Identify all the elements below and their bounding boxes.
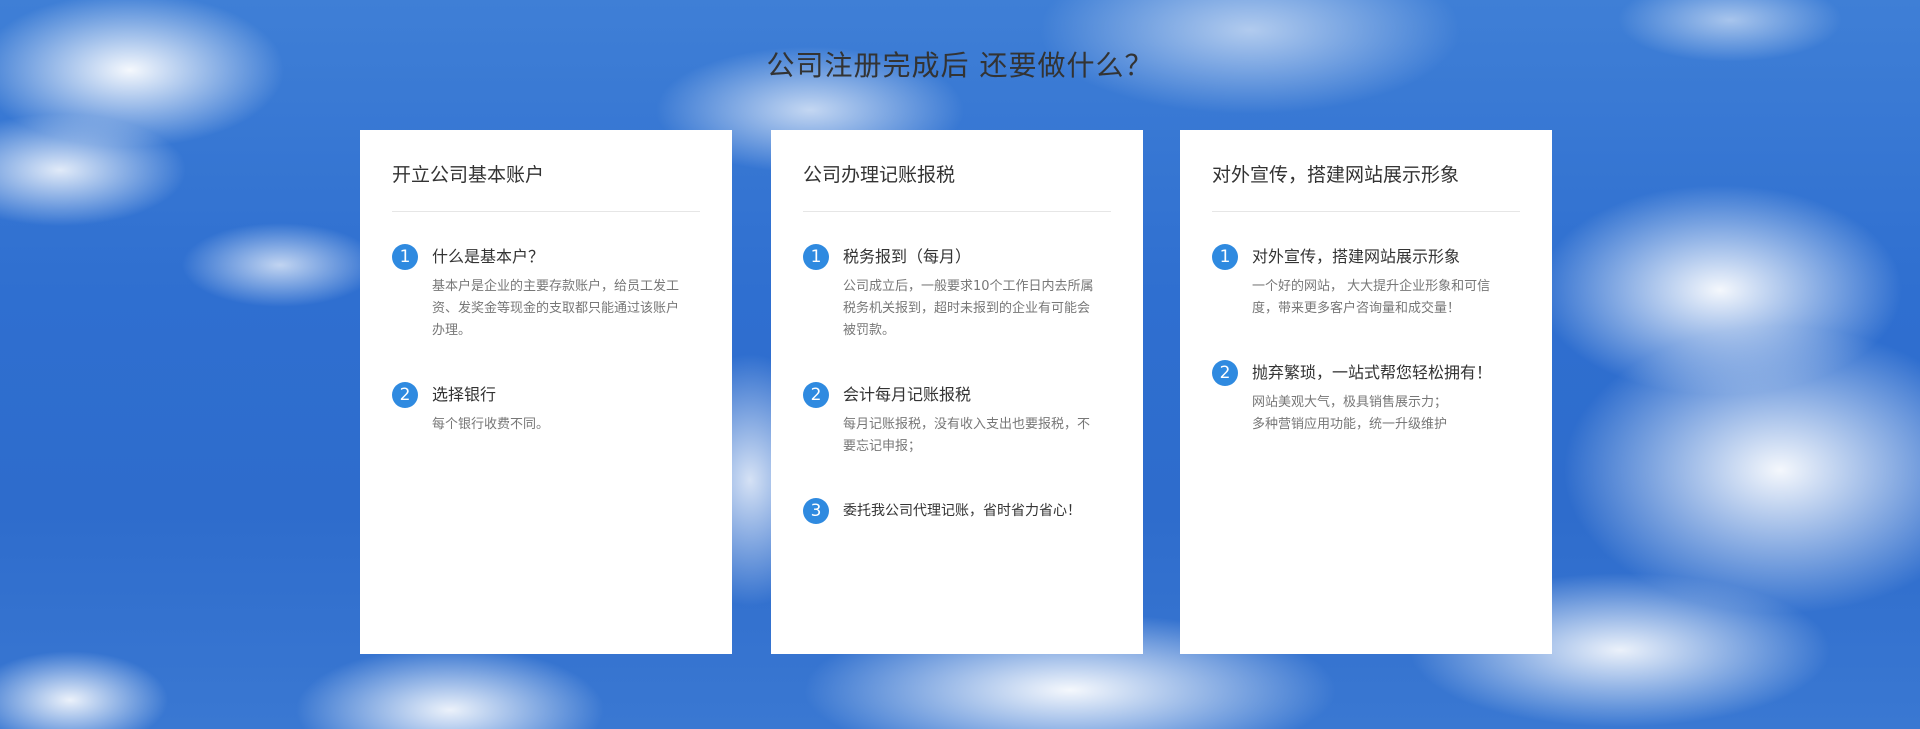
- list-item: 1 什么是基本户？ 基本户是企业的主要存款账户，给员工发工 资、发奖金等现金的支…: [392, 244, 700, 342]
- item-description-line: 要忘记申报；: [843, 439, 922, 454]
- item-description-line: 多种营销应用功能，统一升级维护: [1252, 417, 1448, 432]
- card-bookkeeping-tax: 公司办理记账报税 1 税务报到（每月） 公司成立后，一般要求10个工作日内去所属…: [771, 130, 1143, 654]
- step-number-badge: 2: [1212, 360, 1238, 386]
- list-item: 2 抛弃繁琐，一站式帮您轻松拥有！ 网站美观大气，极具销售展示力； 多种营销应用…: [1212, 360, 1520, 436]
- step-number-badge: 1: [1212, 244, 1238, 270]
- list-item: 2 选择银行 每个银行收费不同。: [392, 382, 700, 436]
- item-title: 对外宣传，搭建网站展示形象: [1252, 247, 1461, 266]
- item-description: 每个银行收费不同。: [432, 414, 700, 436]
- card-title: 对外宣传，搭建网站展示形象: [1212, 164, 1460, 186]
- page-title: 公司注册完成后 还要做什么？: [766, 49, 1154, 82]
- item-description: 基本户是企业的主要存款账户，给员工发工 资、发奖金等现金的支取都只能通过该账户 …: [432, 276, 700, 342]
- item-description-line: 每月记账报税，没有收入支出也要报税，不: [843, 417, 1091, 432]
- card-title: 开立公司基本账户: [392, 164, 545, 186]
- item-title: 税务报到（每月）: [843, 247, 972, 266]
- item-description-line: 被罚款。: [843, 323, 896, 338]
- list-item: 3 委托我公司代理记账，省时省力省心！: [803, 498, 1111, 524]
- step-number-badge: 2: [392, 382, 418, 408]
- list-item: 1 对外宣传，搭建网站展示形象 一个好的网站， 大大提升企业形象和可信 度，带来…: [1212, 244, 1520, 320]
- card-divider: [803, 211, 1111, 212]
- item-description-line: 度，带来更多客户咨询量和成交量！: [1252, 301, 1461, 316]
- item-description: 网站美观大气，极具销售展示力； 多种营销应用功能，统一升级维护: [1252, 392, 1520, 436]
- item-description-line: 税务机关报到，超时未报到的企业有可能会: [843, 301, 1091, 316]
- list-item: 1 税务报到（每月） 公司成立后，一般要求10个工作日内去所属 税务机关报到，超…: [803, 244, 1111, 342]
- card-divider: [1212, 211, 1520, 212]
- item-description-line: 每个银行收费不同。: [432, 417, 550, 432]
- step-number-badge: 2: [803, 382, 829, 408]
- card-title: 公司办理记账报税: [803, 164, 956, 186]
- item-title: 委托我公司代理记账，省时省力省心！: [843, 503, 1081, 519]
- item-description-line: 公司成立后，一般要求10个工作日内去所属: [843, 279, 1094, 294]
- card-basic-account: 开立公司基本账户 1 什么是基本户？ 基本户是企业的主要存款账户，给员工发工 资…: [360, 130, 732, 654]
- item-description-line: 资、发奖金等现金的支取都只能通过该账户: [432, 301, 680, 316]
- item-title: 选择银行: [432, 385, 497, 404]
- step-number-badge: 1: [392, 244, 418, 270]
- item-description: 每月记账报税，没有收入支出也要报税，不 要忘记申报；: [843, 414, 1111, 458]
- card-website-promotion: 对外宣传，搭建网站展示形象 1 对外宣传，搭建网站展示形象 一个好的网站， 大大…: [1180, 130, 1552, 654]
- item-description-line: 网站美观大气，极具销售展示力；: [1252, 395, 1448, 410]
- item-description: 公司成立后，一般要求10个工作日内去所属 税务机关报到，超时未报到的企业有可能会…: [843, 276, 1111, 342]
- item-title: 会计每月记账报税: [843, 385, 972, 404]
- item-title: 什么是基本户？: [432, 247, 545, 266]
- card-divider: [392, 211, 700, 212]
- item-description-line: 办理。: [432, 323, 472, 338]
- step-number-badge: 1: [803, 244, 829, 270]
- item-description: 一个好的网站， 大大提升企业形象和可信 度，带来更多客户咨询量和成交量！: [1252, 276, 1520, 320]
- item-description-line: 基本户是企业的主要存款账户，给员工发工: [432, 279, 680, 294]
- list-item: 2 会计每月记账报税 每月记账报税，没有收入支出也要报税，不 要忘记申报；: [803, 382, 1111, 458]
- step-number-badge: 3: [803, 498, 829, 524]
- item-title: 抛弃繁琐，一站式帮您轻松拥有！: [1252, 363, 1493, 382]
- item-description-line: 一个好的网站， 大大提升企业形象和可信: [1252, 279, 1491, 294]
